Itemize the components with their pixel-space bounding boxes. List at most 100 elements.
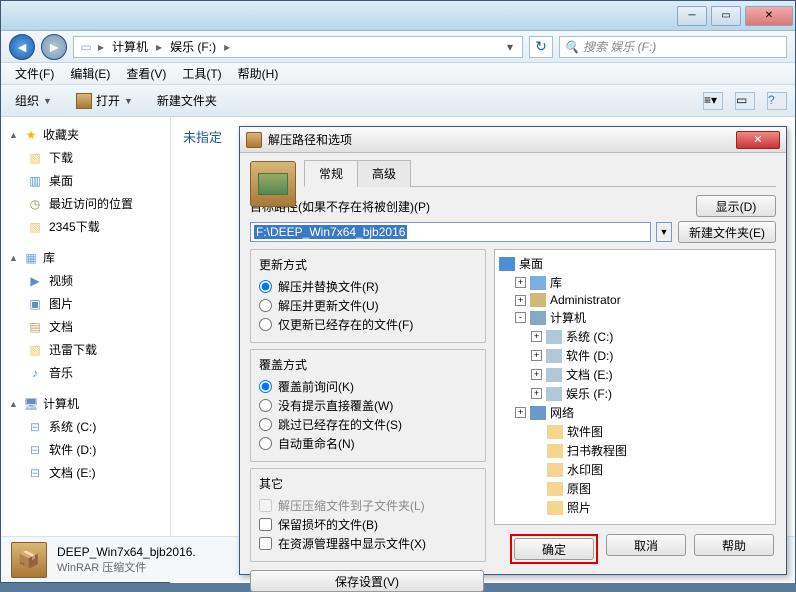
save-settings-button[interactable]: 保存设置(V) bbox=[250, 570, 484, 592]
organize-button[interactable]: 组织▼ bbox=[9, 89, 58, 112]
sidebar-item-music[interactable]: ♪音乐 bbox=[5, 361, 166, 384]
sidebar-item-drive-e[interactable]: ⊟文档 (E:) bbox=[5, 461, 166, 484]
misc-opt-broken[interactable]: 保留损坏的文件(B) bbox=[259, 515, 477, 534]
sidebar-item-documents[interactable]: ▤文档 bbox=[5, 315, 166, 338]
sidebar-item-downloads[interactable]: ▧下载 bbox=[5, 146, 166, 169]
sidebar-item-drive-c[interactable]: ⊟系统 (C:) bbox=[5, 415, 166, 438]
ok-highlight: 确定 bbox=[510, 534, 598, 564]
video-icon: ▶ bbox=[27, 273, 43, 289]
drive-icon: ⊟ bbox=[27, 442, 43, 458]
extract-dialog: 解压路径和选项 ✕ 常规 高级 目标路径(如果不存在将被创建)(P) 显示(D)… bbox=[239, 126, 787, 575]
folder-icon bbox=[547, 463, 563, 477]
path-input[interactable]: F:\DEEP_Win7x64_bjb2016 bbox=[250, 222, 651, 242]
breadcrumb-computer[interactable]: 计算机 bbox=[108, 38, 152, 55]
update-title: 更新方式 bbox=[259, 256, 477, 273]
sidebar-libraries[interactable]: ▲▦库 bbox=[5, 246, 166, 269]
menu-edit[interactable]: 编辑(E) bbox=[64, 63, 116, 84]
breadcrumb-drive[interactable]: 娱乐 (F:) bbox=[166, 38, 220, 55]
menu-tools[interactable]: 工具(T) bbox=[176, 63, 227, 84]
dialog-close-button[interactable]: ✕ bbox=[736, 131, 780, 149]
tree-libraries[interactable]: +库 bbox=[499, 273, 771, 292]
folder-icon: ▧ bbox=[27, 150, 43, 166]
misc-opt-explorer[interactable]: 在资源管理器中显示文件(X) bbox=[259, 534, 477, 553]
network-icon bbox=[530, 406, 546, 420]
expand-icon[interactable]: + bbox=[531, 350, 542, 361]
star-icon: ★ bbox=[23, 127, 39, 143]
sidebar-item-desktop[interactable]: ▥桌面 bbox=[5, 169, 166, 192]
address-dropdown[interactable]: ▾ bbox=[502, 40, 518, 54]
search-placeholder: 搜索 娱乐 (F:) bbox=[583, 38, 656, 55]
sidebar-item-thunder[interactable]: ▧迅雷下载 bbox=[5, 338, 166, 361]
update-opt-replace[interactable]: 解压并替换文件(R) bbox=[259, 277, 477, 296]
winrar-icon bbox=[76, 93, 92, 109]
tab-advanced[interactable]: 高级 bbox=[357, 160, 411, 187]
file-icon: 📦 bbox=[11, 542, 47, 578]
tree-folder-original[interactable]: 原图 bbox=[499, 479, 771, 498]
toolbar: 组织▼ 打开▼ 新建文件夹 ≡▾ ▭ ? bbox=[1, 85, 795, 117]
tree-network[interactable]: +网络 bbox=[499, 403, 771, 422]
tree-desktop[interactable]: 桌面 bbox=[499, 254, 771, 273]
update-opt-update[interactable]: 解压并更新文件(U) bbox=[259, 296, 477, 315]
sidebar-item-2345[interactable]: ▧2345下载 bbox=[5, 215, 166, 238]
collapse-icon[interactable]: - bbox=[515, 312, 526, 323]
refresh-button[interactable]: ↻ bbox=[529, 36, 553, 58]
tree-folder-scan[interactable]: 扫书教程图 bbox=[499, 441, 771, 460]
tree-drive-e[interactable]: +文档 (E:) bbox=[499, 365, 771, 384]
recent-icon: ◷ bbox=[27, 196, 43, 212]
new-folder-button[interactable]: 新建文件夹(E) bbox=[678, 221, 776, 243]
path-dropdown[interactable]: ▼ bbox=[656, 222, 672, 242]
view-button[interactable]: ≡▾ bbox=[703, 92, 723, 110]
menu-file[interactable]: 文件(F) bbox=[9, 63, 60, 84]
overwrite-title: 覆盖方式 bbox=[259, 356, 477, 373]
tree-admin[interactable]: +Administrator bbox=[499, 292, 771, 308]
expand-icon[interactable]: + bbox=[531, 331, 542, 342]
sidebar-favorites[interactable]: ▲★收藏夹 bbox=[5, 123, 166, 146]
minimize-button[interactable]: ─ bbox=[677, 6, 707, 26]
tree-folder-software[interactable]: 软件图 bbox=[499, 422, 771, 441]
overwrite-opt-rename[interactable]: 自动重命名(N) bbox=[259, 434, 477, 453]
expand-icon[interactable]: + bbox=[515, 407, 526, 418]
new-folder-button[interactable]: 新建文件夹 bbox=[151, 89, 223, 112]
misc-fieldset: 其它 解压压缩文件到子文件夹(L) 保留损坏的文件(B) 在资源管理器中显示文件… bbox=[250, 468, 486, 562]
forward-button[interactable]: ► bbox=[41, 34, 67, 60]
sidebar-computer[interactable]: ▲🖥计算机 bbox=[5, 392, 166, 415]
folder-tree[interactable]: 桌面 +库 +Administrator -计算机 +系统 (C:) +软件 (… bbox=[494, 249, 776, 525]
sidebar-item-recent[interactable]: ◷最近访问的位置 bbox=[5, 192, 166, 215]
search-box[interactable]: 🔍 搜索 娱乐 (F:) bbox=[559, 36, 787, 58]
sidebar-item-pictures[interactable]: ▣图片 bbox=[5, 292, 166, 315]
winrar-icon bbox=[246, 132, 262, 148]
help-button[interactable]: 帮助 bbox=[694, 534, 774, 556]
menu-help[interactable]: 帮助(H) bbox=[232, 63, 285, 84]
open-button[interactable]: 打开▼ bbox=[70, 89, 139, 112]
winrar-large-icon bbox=[250, 161, 296, 207]
drive-icon: ⊟ bbox=[27, 419, 43, 435]
tree-drive-d[interactable]: +软件 (D:) bbox=[499, 346, 771, 365]
tab-general[interactable]: 常规 bbox=[304, 160, 358, 187]
expand-icon[interactable]: + bbox=[515, 277, 526, 288]
tree-folder-watermark[interactable]: 水印图 bbox=[499, 460, 771, 479]
tree-computer[interactable]: -计算机 bbox=[499, 308, 771, 327]
cancel-button[interactable]: 取消 bbox=[606, 534, 686, 556]
tree-folder-photos[interactable]: 照片 bbox=[499, 498, 771, 517]
misc-opt-subfolder[interactable]: 解压压缩文件到子文件夹(L) bbox=[259, 496, 477, 515]
back-button[interactable]: ◄ bbox=[9, 34, 35, 60]
menu-view[interactable]: 查看(V) bbox=[120, 63, 172, 84]
show-button[interactable]: 显示(D) bbox=[696, 195, 776, 217]
overwrite-opt-skip[interactable]: 跳过已经存在的文件(S) bbox=[259, 415, 477, 434]
expand-icon[interactable]: + bbox=[515, 295, 526, 306]
expand-icon[interactable]: + bbox=[531, 388, 542, 399]
overwrite-opt-ask[interactable]: 覆盖前询问(K) bbox=[259, 377, 477, 396]
sidebar-item-drive-d[interactable]: ⊟软件 (D:) bbox=[5, 438, 166, 461]
maximize-button[interactable]: ▭ bbox=[711, 6, 741, 26]
tree-drive-c[interactable]: +系统 (C:) bbox=[499, 327, 771, 346]
close-button[interactable]: ✕ bbox=[745, 6, 793, 26]
expand-icon[interactable]: + bbox=[531, 369, 542, 380]
help-button[interactable]: ? bbox=[767, 92, 787, 110]
preview-pane-button[interactable]: ▭ bbox=[735, 92, 755, 110]
address-bar[interactable]: ▭ ▸ 计算机 ▸ 娱乐 (F:) ▸ ▾ bbox=[73, 36, 523, 58]
sidebar-item-videos[interactable]: ▶视频 bbox=[5, 269, 166, 292]
overwrite-opt-noask[interactable]: 没有提示直接覆盖(W) bbox=[259, 396, 477, 415]
update-opt-existing[interactable]: 仅更新已经存在的文件(F) bbox=[259, 315, 477, 334]
tree-drive-f[interactable]: +娱乐 (F:) bbox=[499, 384, 771, 403]
ok-button[interactable]: 确定 bbox=[514, 538, 594, 560]
